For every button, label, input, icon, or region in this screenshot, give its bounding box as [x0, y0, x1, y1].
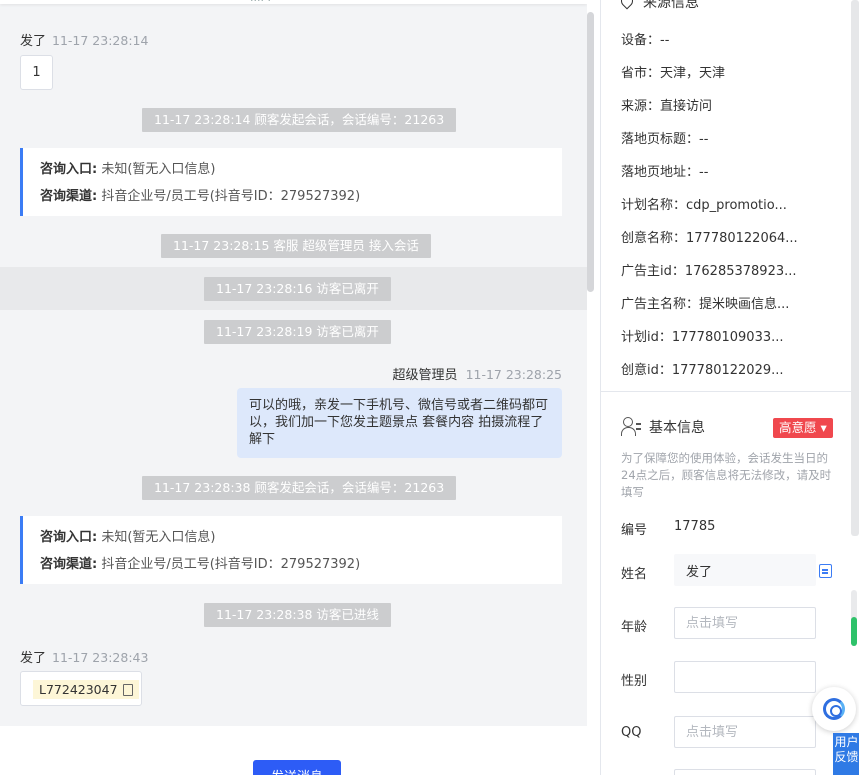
edit-deadline-note: 为了保障您的使用体验，会话发生当日的24点之后，顾客信息将无法修改，请及时填写 [621, 451, 832, 499]
message-time: 11-17 23:28:25 [465, 367, 562, 382]
message-time: 11-17 23:28:14 [52, 33, 149, 48]
source-row-advertiser-id: 广告主id：176285378923... [621, 264, 797, 279]
location-pin-icon [618, 0, 636, 10]
system-message: 11-17 23:28:15 客服 超级管理员 接入会话 [161, 234, 431, 258]
assistant-button[interactable] [812, 687, 856, 731]
entry-value: 未知(暂无入口信息) [101, 530, 216, 545]
panel-scroll-thumb[interactable] [851, 617, 857, 646]
agent-header: 超级管理员 11-17 23:28:25 [393, 364, 562, 383]
basic-info-title: 基本信息 [621, 417, 705, 437]
entry-label: 咨询入口: [40, 530, 98, 545]
source-row-advertiser-name: 广告主名称：提米映画信息... [621, 297, 790, 312]
consult-info-card: 咨询入口: 未知(暂无入口信息) 咨询渠道: 抖音企业号/员工号(抖音号ID：2… [20, 148, 562, 216]
entry-row: 咨询入口: 未知(暂无入口信息) [40, 156, 562, 183]
source-row-device: 设备：-- [621, 33, 670, 48]
top-edge [0, 0, 587, 4]
source-row-landing-url: 落地页地址：-- [621, 165, 709, 180]
entry-row: 咨询入口: 未知(暂无入口信息) [40, 524, 562, 551]
channel-value: 抖音企业号/员工号(抖音号ID：279527392) [101, 557, 361, 572]
id-value: 17785 [674, 519, 716, 534]
channel-value: 抖音企业号/员工号(抖音号ID：279527392) [101, 189, 361, 204]
code-tag[interactable]: L772423047 [33, 680, 139, 699]
chat-scrollbar[interactable] [587, 12, 594, 292]
copy-icon[interactable] [819, 564, 832, 578]
divider [601, 391, 859, 392]
next-field[interactable] [674, 769, 816, 775]
channel-row: 咨询渠道: 抖音企业号/员工号(抖音号ID：279527392) [40, 183, 562, 210]
system-message: 11-17 23:28:16 访客已离开 [204, 277, 391, 301]
source-row-creative-id: 创意id：177780122029... [621, 363, 784, 378]
source-row-plan-name: 计划名称：cdp_promotio... [621, 198, 787, 213]
feedback-button[interactable]: 用户反馈 [833, 733, 859, 775]
name-field[interactable] [674, 554, 816, 586]
message-time: 11-17 23:28:43 [52, 650, 149, 665]
age-label: 年龄 [621, 620, 648, 635]
sender-name: 发了 [20, 651, 47, 666]
system-message: 11-17 23:28:38 访客已进线 [204, 603, 391, 627]
visitor-message: 1 [20, 55, 53, 90]
intent-dropdown[interactable]: 高意愿 ▾ [773, 418, 833, 438]
source-info-title: 来源信息 [618, 0, 699, 12]
agent-message: 可以的哦，亲发一下手机号、微信号或者二维码都可以，我们加一下您发主题景点 套餐内… [237, 388, 562, 458]
message-list[interactable]: ···· · 发了 11-17 23:28:14 1 11-17 23:28:14… [0, 0, 587, 726]
basic-info-label: 基本信息 [649, 420, 705, 436]
channel-label: 咨询渠道: [40, 189, 98, 204]
id-label: 编号 [621, 523, 648, 538]
agent-name: 超级管理员 [392, 368, 458, 383]
entry-value: 未知(暂无入口信息) [101, 162, 216, 177]
source-row-landing-title: 落地页标题：-- [621, 132, 709, 147]
send-message-button[interactable]: 发送消息 [253, 760, 341, 775]
gender-label: 性别 [621, 674, 648, 689]
customer-info-panel: 来源信息 设备：-- 省市：天津，天津 来源：直接访问 落地页标题：-- 落地页… [600, 0, 859, 775]
clipped-system-text: ···· · [250, 0, 271, 7]
chat-pane: ···· · 发了 11-17 23:28:14 1 11-17 23:28:14… [0, 0, 599, 775]
copy-icon[interactable] [122, 684, 133, 696]
system-message: 11-17 23:28:38 顾客发起会话，会话编号：21263 [142, 476, 457, 500]
message-header: 发了 11-17 23:28:14 [20, 30, 148, 49]
channel-label: 咨询渠道: [40, 557, 98, 572]
source-row-plan-id: 计划id：177780109033... [621, 330, 784, 345]
name-label: 姓名 [621, 567, 648, 582]
assistant-icon [823, 698, 845, 720]
channel-row: 咨询渠道: 抖音企业号/员工号(抖音号ID：279527392) [40, 551, 562, 578]
visitor-message: L772423047 [20, 671, 142, 706]
source-row-creative-name: 创意名称：177780122064... [621, 231, 798, 246]
gender-field[interactable] [674, 661, 816, 693]
page-scrollbar[interactable] [851, 0, 859, 536]
source-row-city: 省市：天津，天津 [621, 66, 726, 81]
sender-name: 发了 [20, 34, 47, 49]
consult-info-card: 咨询入口: 未知(暂无入口信息) 咨询渠道: 抖音企业号/员工号(抖音号ID：2… [20, 516, 562, 584]
qq-label: QQ [621, 725, 642, 740]
entry-label: 咨询入口: [40, 162, 98, 177]
code-text: L772423047 [39, 682, 118, 697]
system-message: 11-17 23:28:19 访客已离开 [204, 320, 391, 344]
source-row-source: 来源：直接访问 [621, 99, 713, 114]
source-info-label: 来源信息 [643, 0, 699, 11]
user-info-icon [621, 417, 641, 436]
message-header: 发了 11-17 23:28:43 [20, 647, 148, 666]
age-field[interactable] [674, 607, 816, 639]
system-message: 11-17 23:28:14 顾客发起会话，会话编号：21263 [142, 108, 457, 132]
qq-field[interactable] [674, 716, 816, 748]
